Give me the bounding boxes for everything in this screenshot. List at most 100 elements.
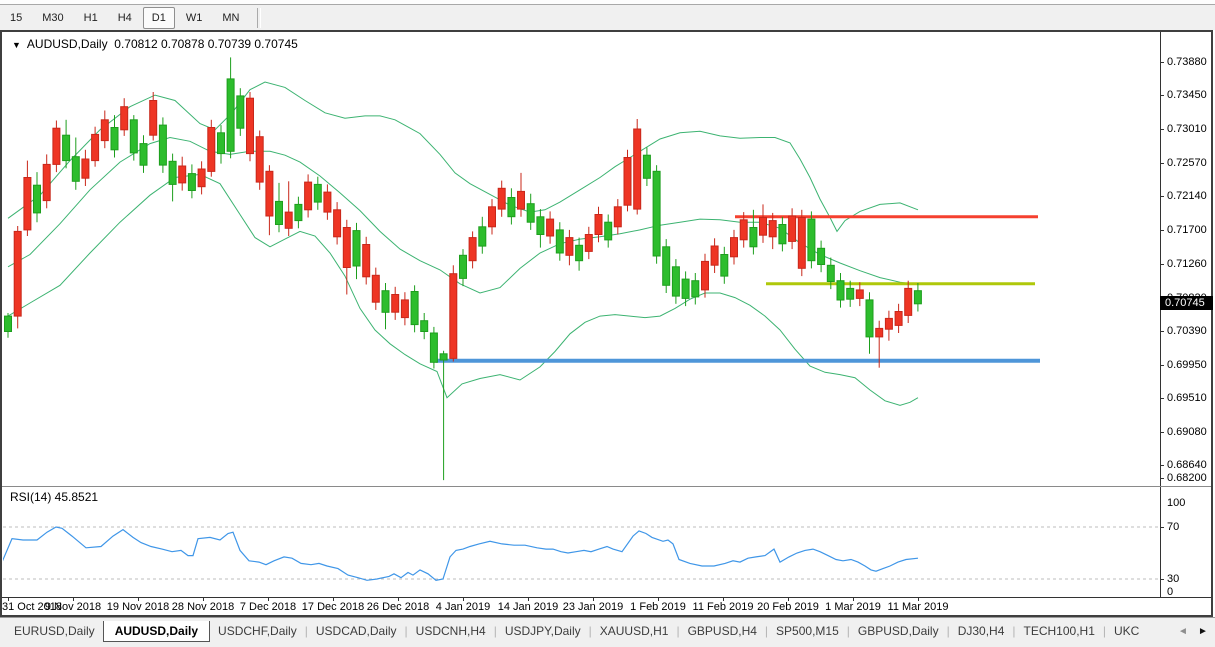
candle-body <box>769 221 776 237</box>
candle-body <box>43 164 50 200</box>
candle-body <box>895 312 902 326</box>
date-axis-label: 23 Jan 2019 <box>563 601 624 613</box>
candle-body <box>556 230 563 253</box>
candle-body <box>198 169 205 187</box>
candle-body <box>450 274 457 359</box>
candle-body <box>731 238 738 257</box>
chart-window-border <box>1211 30 1213 617</box>
chart-tab-usdcad-daily[interactable]: USDCAD,Daily <box>308 621 405 641</box>
candle-body <box>227 79 234 151</box>
price-axis-tick <box>1160 230 1164 231</box>
timeframe-button-m30[interactable]: M30 <box>33 7 72 29</box>
candle-body <box>508 198 515 217</box>
date-axis-label: 4 Jan 2019 <box>436 601 490 613</box>
chart-tab-usdcnh-h4[interactable]: USDCNH,H4 <box>408 621 494 641</box>
candle-body <box>285 212 292 228</box>
rsi-indicator-chart[interactable] <box>3 487 1160 597</box>
chart-tab-usdjpy-daily[interactable]: USDJPY,Daily <box>497 621 589 641</box>
chart-tab-tech100-h1[interactable]: TECH100,H1 <box>1016 621 1103 641</box>
rsi-indicator-label: RSI(14) 45.8521 <box>10 490 98 504</box>
trading-platform-window: 15M30H1H4D1W1MN ▼ AUDUSD,Daily 0.70812 0.… <box>0 0 1215 647</box>
price-axis-label: 0.72140 <box>1167 190 1213 202</box>
price-axis-tick <box>1160 62 1164 63</box>
main-price-chart[interactable] <box>3 33 1160 486</box>
price-axis-label: 0.68200 <box>1167 472 1213 484</box>
chart-tab-audusd-daily[interactable]: AUDUSD,Daily <box>103 621 210 642</box>
date-axis-label: 1 Feb 2019 <box>630 601 686 613</box>
date-axis-label: 26 Dec 2018 <box>367 601 429 613</box>
rsi-axis-label: 0 <box>1167 586 1173 598</box>
candle-body <box>624 158 631 206</box>
chart-tab-xauusd-h1[interactable]: XAUUSD,H1 <box>592 621 677 641</box>
chart-tab-bar: EURUSD,DailyAUDUSD,DailyUSDCHF,Daily|USD… <box>0 617 1215 647</box>
timeframe-button-d1[interactable]: D1 <box>143 7 175 29</box>
chart-title: ▼ AUDUSD,Daily 0.70812 0.70878 0.70739 0.… <box>12 37 298 51</box>
candle-body <box>750 228 757 247</box>
price-axis-label: 0.72570 <box>1167 157 1213 169</box>
chart-tab-gbpusd-h4[interactable]: GBPUSD,H4 <box>680 621 765 641</box>
timeframe-button-w1[interactable]: W1 <box>177 7 212 29</box>
chart-tab-gbpusd-daily[interactable]: GBPUSD,Daily <box>850 621 947 641</box>
candle-body <box>663 247 670 285</box>
candle-body <box>363 245 370 277</box>
chart-tab-eurusd-daily[interactable]: EURUSD,Daily <box>6 621 103 641</box>
candle-body <box>421 321 428 332</box>
candle-body <box>237 96 244 128</box>
candle-body <box>53 128 60 164</box>
toolbar-separator <box>257 8 261 28</box>
candle-body <box>440 354 447 360</box>
candle-body <box>585 235 592 252</box>
chart-dropdown-icon[interactable]: ▼ <box>12 40 21 50</box>
price-axis-tick <box>1160 365 1164 366</box>
candle-body <box>247 98 254 153</box>
candle-body <box>566 238 573 256</box>
date-axis-label: 1 Mar 2019 <box>825 601 881 613</box>
timeframe-button-mn[interactable]: MN <box>213 7 248 29</box>
candle-body <box>702 261 709 290</box>
candle-body <box>818 248 825 264</box>
price-axis-label: 0.69510 <box>1167 392 1213 404</box>
candle-body <box>159 125 166 165</box>
chart-tab-ukc[interactable]: UKC <box>1106 621 1147 641</box>
candle-body <box>914 291 921 304</box>
date-axis-label: 17 Dec 2018 <box>302 601 364 613</box>
candle-body <box>498 188 505 209</box>
candle-body <box>798 218 805 269</box>
tab-scroll-left-icon[interactable]: ◄ <box>1178 626 1188 637</box>
rsi-axis-tick <box>1160 579 1164 580</box>
tab-scroll-right-icon[interactable]: ► <box>1198 626 1208 637</box>
timeframe-button-15[interactable]: 15 <box>1 7 31 29</box>
candle-body <box>169 161 176 184</box>
chart-tab-sp500-m15[interactable]: SP500,M15 <box>768 621 847 641</box>
chart-symbol-period: AUDUSD,Daily <box>27 37 108 51</box>
timeframe-button-h4[interactable]: H4 <box>109 7 141 29</box>
date-axis-label: 7 Dec 2018 <box>240 601 296 613</box>
candle-body <box>72 157 79 182</box>
candle-body <box>218 133 225 154</box>
candle-body <box>130 120 137 153</box>
candle-body <box>353 231 360 266</box>
candle-body <box>266 171 273 216</box>
candle-body <box>295 204 302 220</box>
timeframe-button-h1[interactable]: H1 <box>75 7 107 29</box>
date-axis-label: 9 Nov 2018 <box>45 601 101 613</box>
rsi-axis-label: 70 <box>1167 521 1179 533</box>
candle-body <box>101 120 108 141</box>
candle-body <box>643 155 650 178</box>
candle-body <box>82 159 89 178</box>
chart-tab-dj30-h4[interactable]: DJ30,H4 <box>950 621 1013 641</box>
candle-body <box>847 288 854 299</box>
current-price-box: 0.70745 <box>1160 296 1213 310</box>
price-axis-label: 0.73010 <box>1167 123 1213 135</box>
candle-body <box>14 231 21 316</box>
date-axis-label: 19 Nov 2018 <box>107 601 169 613</box>
chart-tab-usdchf-daily[interactable]: USDCHF,Daily <box>210 621 305 641</box>
candle-body <box>24 178 31 230</box>
date-axis-label: 28 Nov 2018 <box>172 601 234 613</box>
price-axis-tick <box>1160 129 1164 130</box>
candle-body <box>372 275 379 302</box>
chart-window-border <box>0 30 1213 32</box>
chart-ohlc-values: 0.70812 0.70878 0.70739 0.70745 <box>114 37 298 51</box>
candle-body <box>885 318 892 329</box>
candle-body <box>382 291 389 313</box>
